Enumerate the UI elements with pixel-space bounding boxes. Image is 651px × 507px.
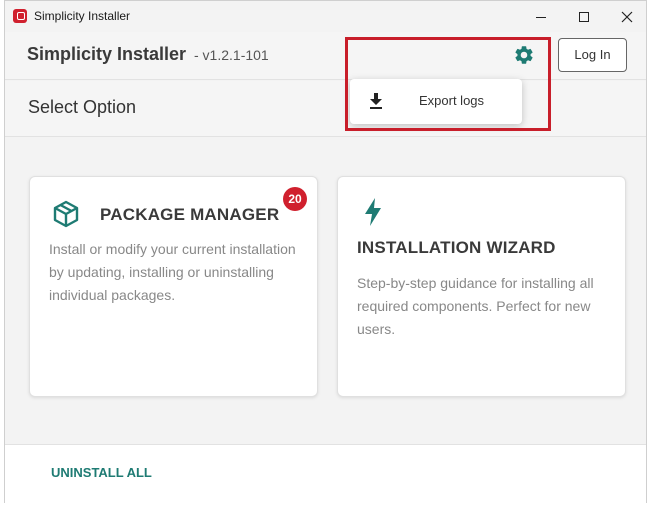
minimize-icon — [536, 16, 546, 18]
installation-wizard-card[interactable]: INSTALLATION WIZARD Step-by-step guidanc… — [337, 176, 626, 397]
options-area: PACKAGE MANAGER 20 Install or modify you… — [5, 138, 646, 443]
minimize-button[interactable] — [518, 1, 564, 32]
log-in-button[interactable]: Log In — [558, 38, 627, 72]
window-title: Simplicity Installer — [34, 9, 131, 23]
update-count-badge: 20 — [283, 187, 307, 211]
close-button[interactable] — [604, 1, 650, 32]
section-title: Select Option — [28, 97, 137, 117]
app-logo-icon — [13, 9, 27, 23]
package-manager-card[interactable]: PACKAGE MANAGER 20 Install or modify you… — [29, 176, 318, 397]
app-title: Simplicity Installer — [27, 44, 187, 64]
maximize-button[interactable] — [561, 1, 607, 32]
app-window: Simplicity Installer Simplicity Installe… — [4, 0, 647, 503]
card-title: INSTALLATION WIZARD — [357, 238, 556, 257]
uninstall-all-button[interactable]: UNINSTALL ALL — [51, 465, 152, 480]
maximize-icon — [579, 12, 589, 23]
card-title: PACKAGE MANAGER — [100, 205, 280, 224]
app-version: - v1.2.1-101 — [194, 47, 269, 63]
package-icon — [53, 200, 79, 228]
footer: UNINSTALL ALL — [5, 444, 646, 503]
close-icon — [621, 11, 633, 23]
card-description: Step-by-step guidance for installing all… — [357, 275, 594, 337]
lightning-bolt-icon — [365, 198, 381, 226]
card-description: Install or modify your current installat… — [49, 241, 296, 303]
highlight-annotation — [345, 37, 551, 131]
title-bar[interactable]: Simplicity Installer — [5, 1, 646, 32]
